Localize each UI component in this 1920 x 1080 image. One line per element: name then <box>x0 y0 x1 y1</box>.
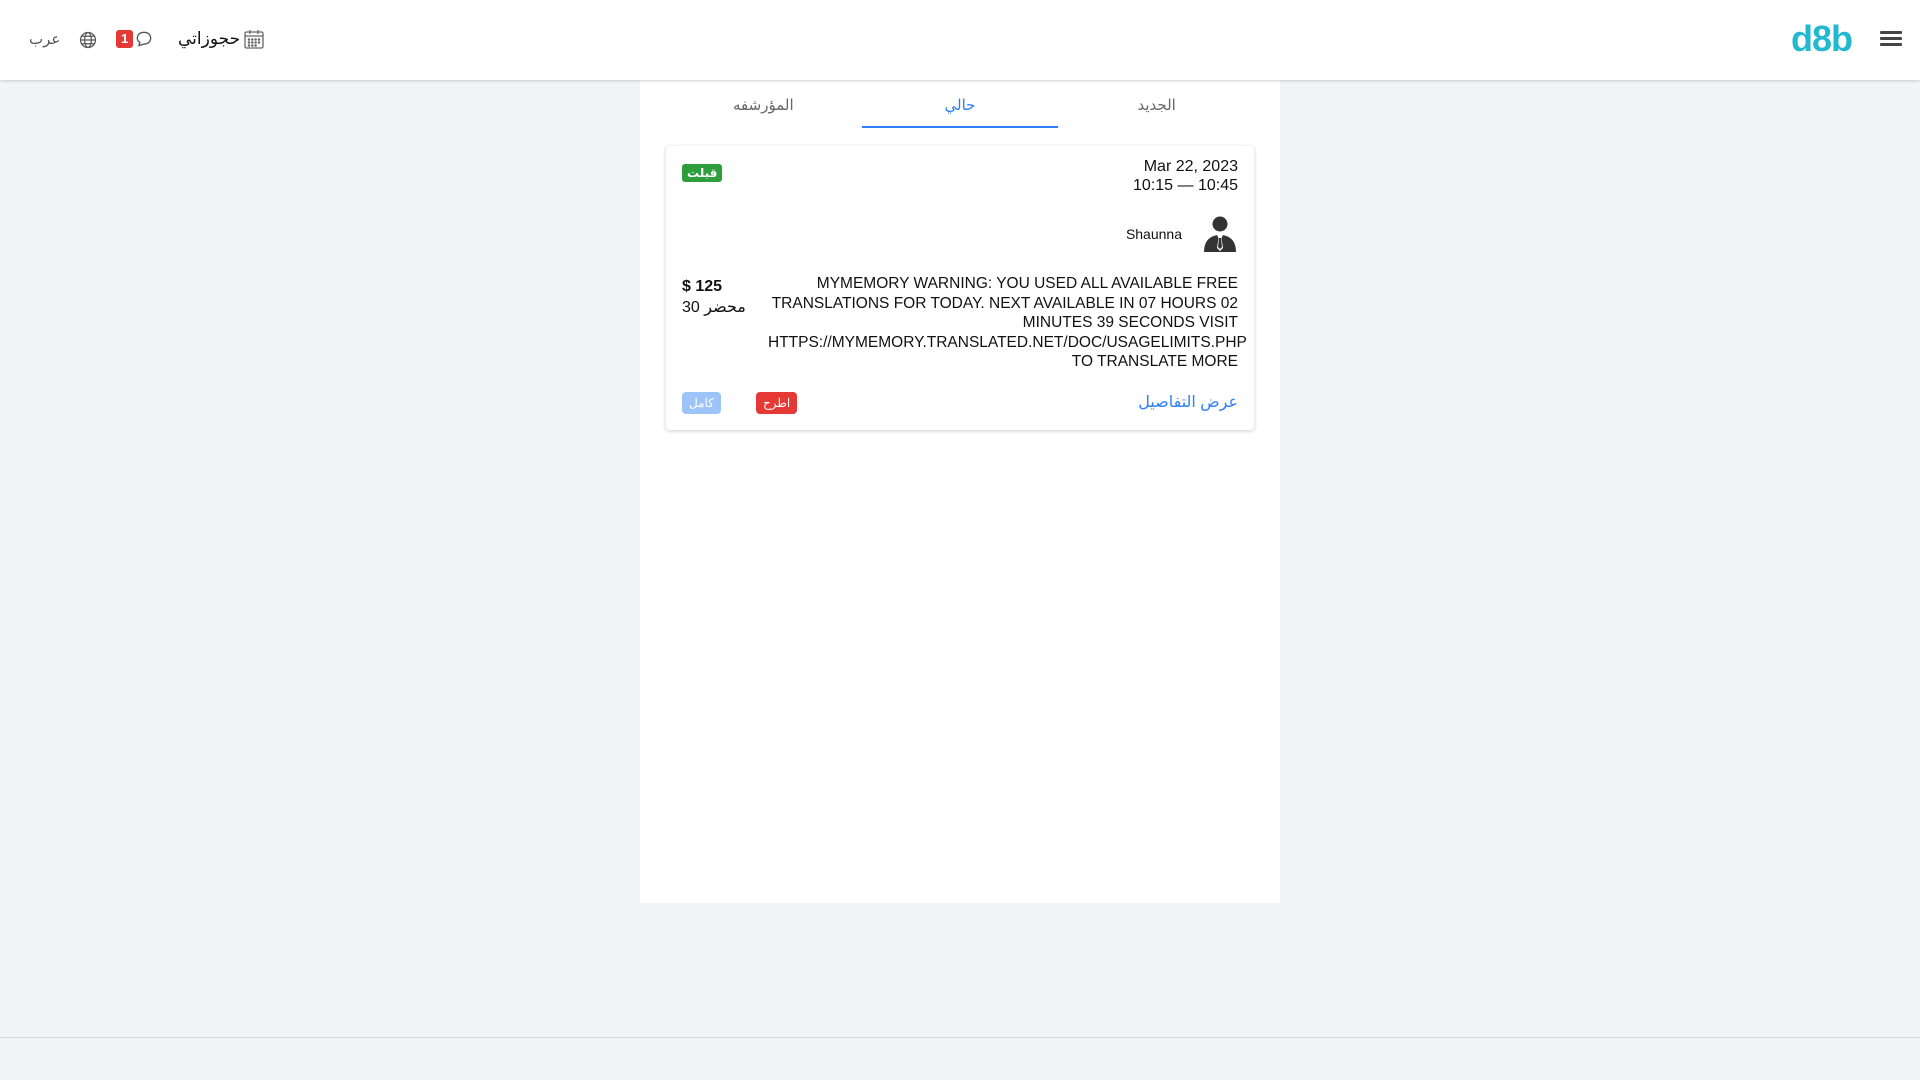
globe-icon[interactable] <box>78 30 98 50</box>
booking-duration: 30 محضر <box>682 299 746 316</box>
tab-archived[interactable]: المؤرشفه <box>665 80 862 128</box>
chat-icon <box>136 31 152 47</box>
booking-card: Mar 22, 2023 10:15 — 10:45 قبلت Shaunna … <box>666 146 1254 430</box>
booking-tabs: الجديد حالي المؤرشفه <box>665 80 1255 128</box>
bookings-panel: الجديد حالي المؤرشفه Mar 22, 2023 10:15 … <box>640 80 1280 903</box>
top-bar: d8b حجوزاتي 1 عرب <box>0 0 1920 80</box>
booking-date: Mar 22, 2023 <box>1143 158 1238 175</box>
notifications-button[interactable]: 1 <box>116 29 154 49</box>
tab-new[interactable]: الجديد <box>1058 80 1255 128</box>
my-bookings-link[interactable]: حجوزاتي <box>178 27 266 51</box>
complete-button[interactable]: كامل <box>682 392 721 414</box>
menu-icon[interactable] <box>1880 28 1902 50</box>
notification-count-badge: 1 <box>116 30 134 48</box>
booking-time: 10:15 — 10:45 <box>1133 177 1238 194</box>
service-description: MYMEMORY WARNING: YOU USED ALL AVAILABLE… <box>768 275 1247 370</box>
logo[interactable]: d8b <box>1791 18 1853 60</box>
booking-price: $ 125 <box>682 278 723 295</box>
footer-divider <box>0 1037 1920 1038</box>
calendar-icon <box>244 30 264 49</box>
client-name: Shaunna <box>1125 226 1182 242</box>
reject-button[interactable]: اطرح <box>756 392 798 414</box>
my-bookings-label: حجوزاتي <box>178 29 241 48</box>
avatar <box>1204 216 1236 252</box>
view-details-link[interactable]: عرض التفاصيل <box>1138 392 1238 412</box>
language-switch[interactable]: عرب <box>29 30 60 48</box>
status-badge: قبلت <box>682 164 723 182</box>
tab-current[interactable]: حالي <box>861 80 1059 128</box>
